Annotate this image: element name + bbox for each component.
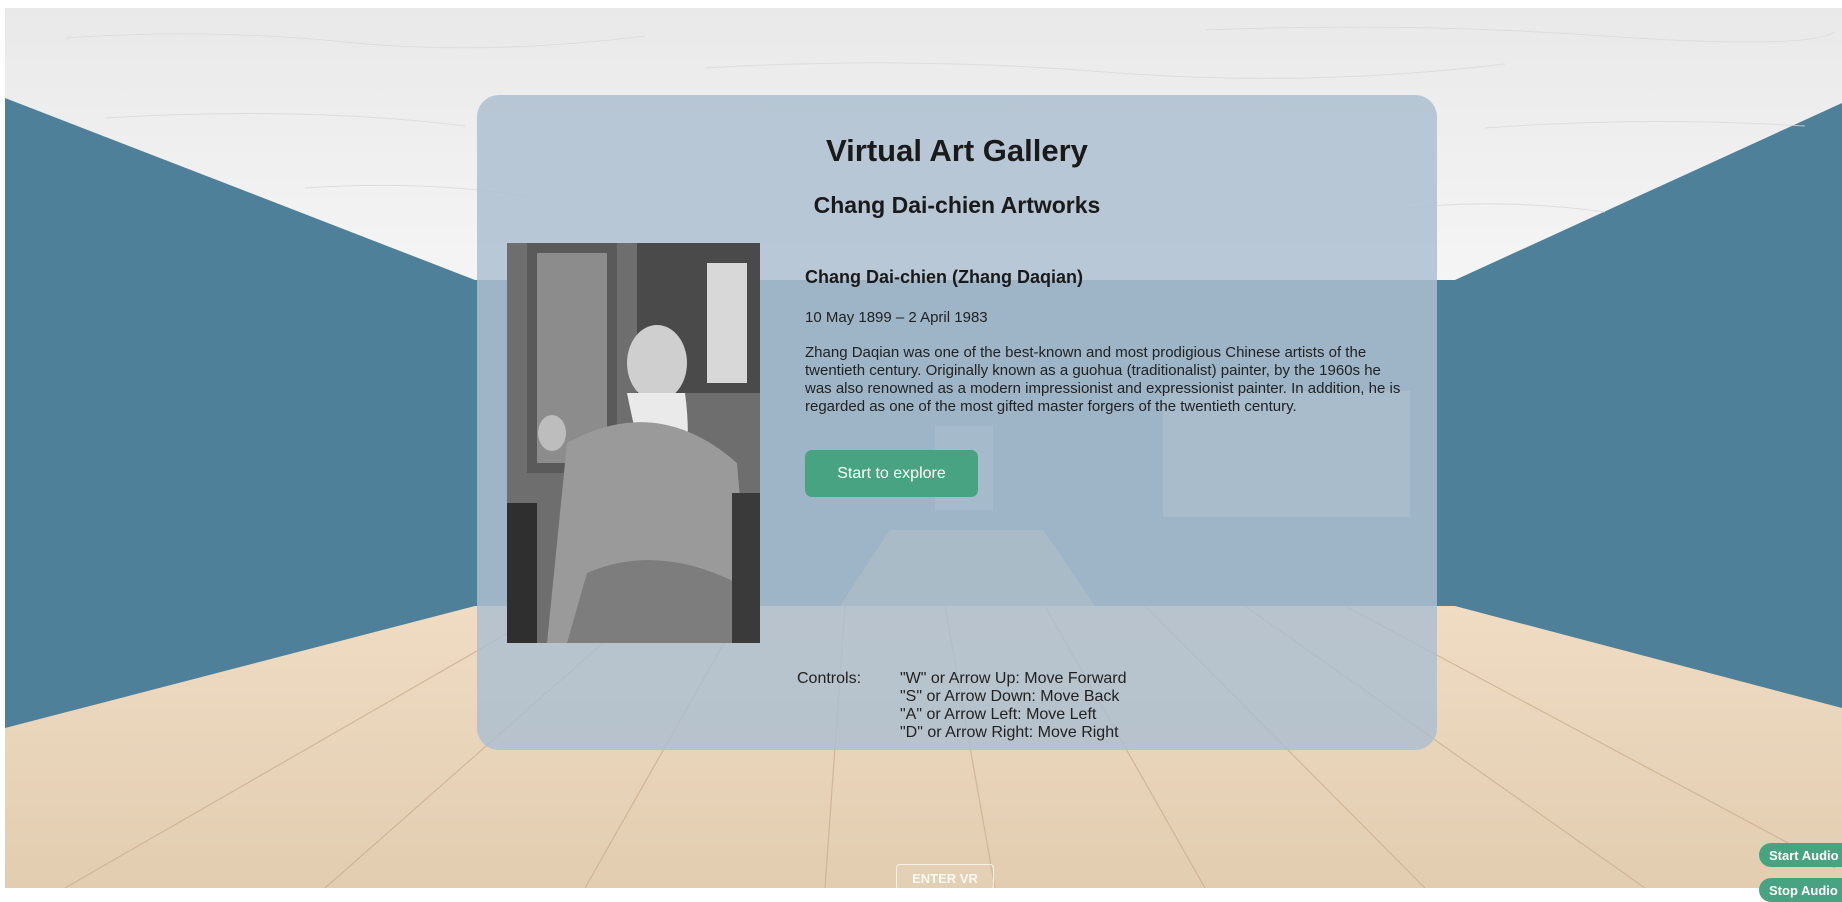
gallery-scene-canvas[interactable]: Virtual Art Gallery Chang Dai-chien Artw… [5, 8, 1842, 888]
control-forward: "W" or Arrow Up: Move Forward [900, 670, 1127, 687]
control-left: "A" or Arrow Left: Move Left [900, 706, 1097, 723]
page-subtitle: Chang Dai-chien Artworks [813, 192, 1101, 218]
enter-vr-button[interactable]: ENTER VR [896, 864, 994, 890]
start-explore-button[interactable]: Start to explore [805, 450, 978, 497]
stop-audio-guide-button[interactable]: Stop Audio Guide [1759, 878, 1842, 902]
control-back: "S" or Arrow Down: Move Back [900, 688, 1120, 705]
artist-name: Chang Dai-chien (Zhang Daqian) [805, 267, 1084, 287]
intro-panel: Virtual Art Gallery Chang Dai-chien Artw… [477, 95, 1437, 750]
artist-portrait-image [507, 243, 760, 643]
artist-bio: Zhang Daqian was one of the best-known a… [805, 344, 1401, 415]
controls-list: "W" or Arrow Up: Move Forward "S" or Arr… [900, 670, 1127, 742]
start-audio-guide-button[interactable]: Start Audio Guide [1759, 843, 1842, 867]
artist-dates: 10 May 1899 – 2 April 1983 [805, 309, 988, 326]
control-right: "D" or Arrow Right: Move Right [900, 724, 1119, 741]
page-title: Virtual Art Gallery [826, 133, 1088, 168]
controls-label: Controls: [797, 670, 862, 687]
artist-portrait [507, 243, 760, 643]
